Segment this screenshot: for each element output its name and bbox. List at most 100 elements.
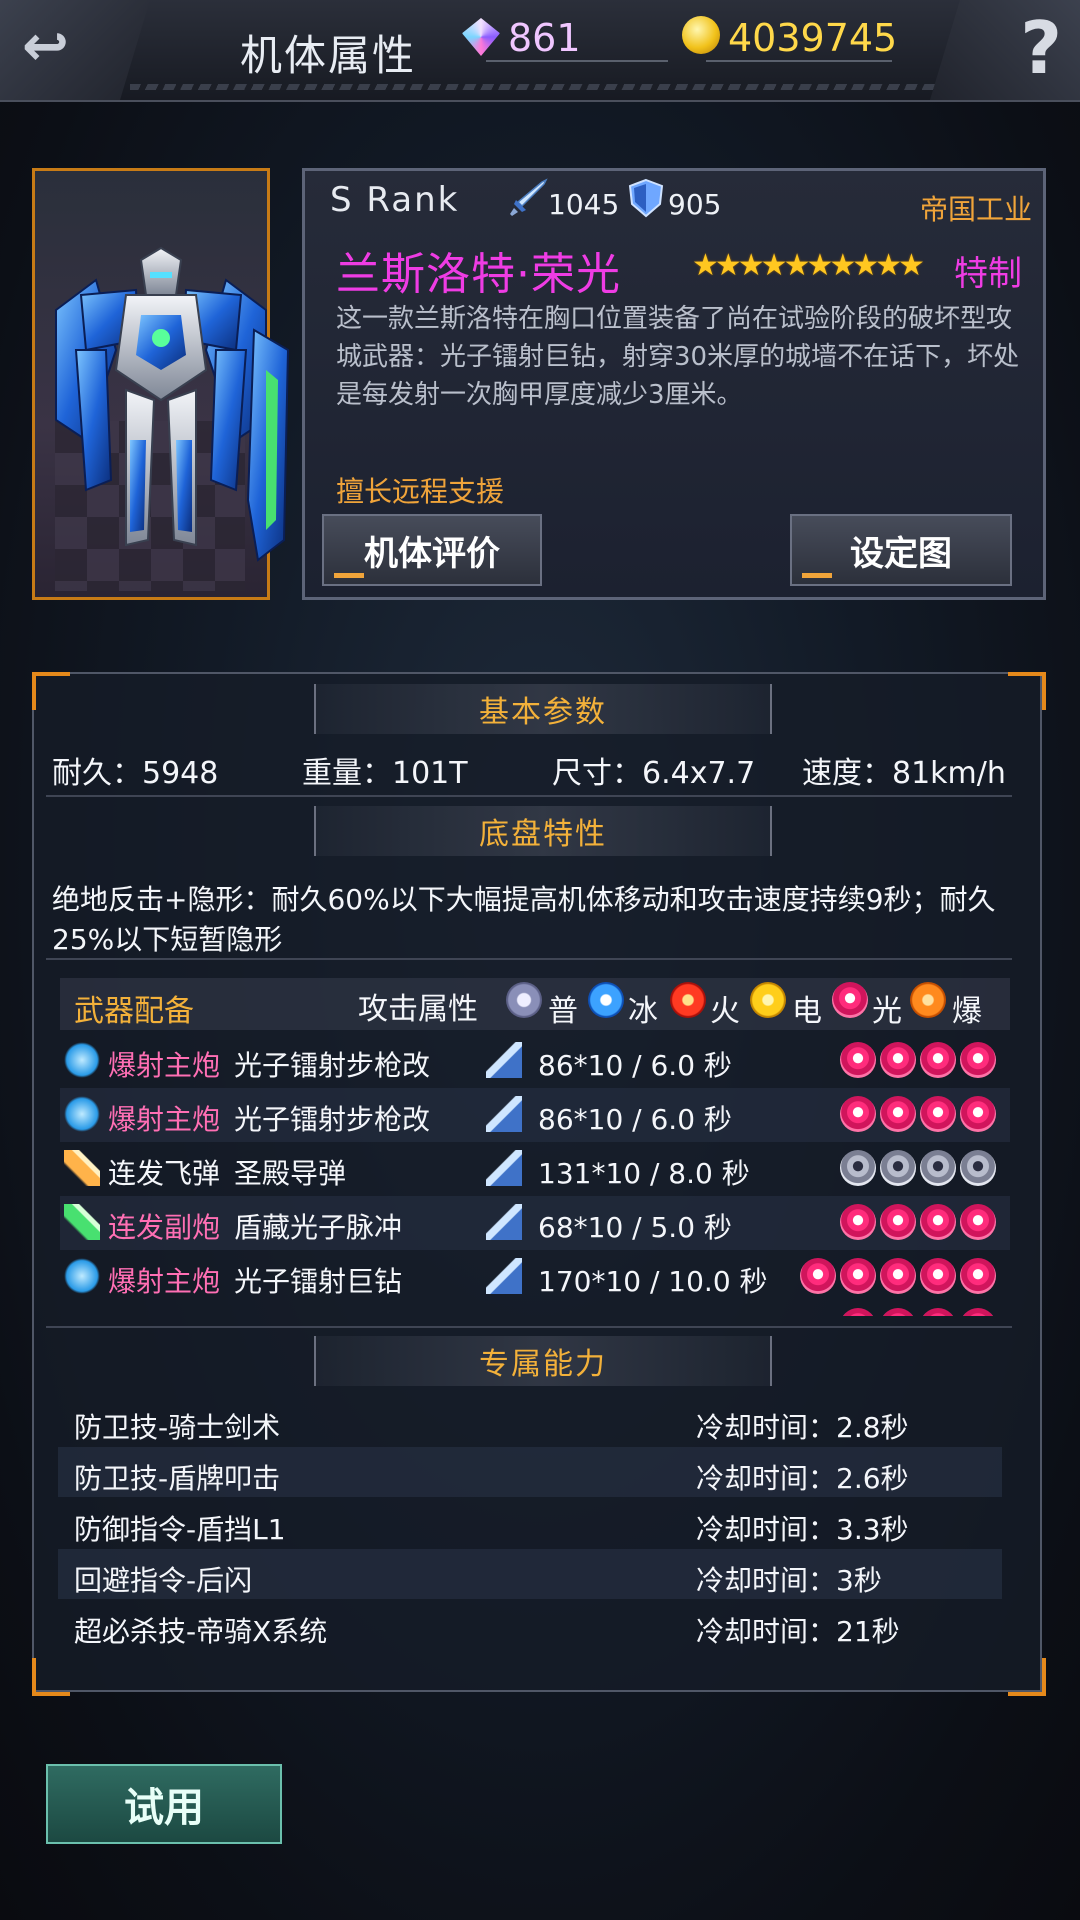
attack-sword-icon bbox=[486, 1150, 522, 1186]
page-title: 机体属性 bbox=[240, 31, 417, 80]
special-tag: 特制 bbox=[954, 254, 1022, 294]
ability-name: 超必杀技-帝骑X系统 bbox=[74, 1615, 328, 1648]
ability-cooldown: 冷却时间：3秒 bbox=[696, 1564, 882, 1597]
ability-name: 回避指令-后闪 bbox=[74, 1564, 253, 1597]
normal-element-gem bbox=[840, 1150, 876, 1186]
weapon-name: 光子镭射步枪改 bbox=[234, 1103, 431, 1136]
light-element-gem bbox=[920, 1204, 956, 1240]
light-element-icon bbox=[832, 982, 868, 1018]
element-label-light: 光 bbox=[872, 994, 902, 1029]
panel-corner bbox=[1008, 672, 1046, 710]
weapon-type: 连发副炮 bbox=[108, 1211, 221, 1244]
element-label-explosive: 爆 bbox=[952, 994, 982, 1029]
divider bbox=[46, 958, 1012, 960]
gem-underline bbox=[486, 60, 668, 62]
attack-sword-icon bbox=[486, 1204, 522, 1240]
light-element-gem bbox=[920, 1096, 956, 1132]
light-element-gem bbox=[800, 1258, 836, 1294]
normal-element-gem bbox=[880, 1150, 916, 1186]
weapon-type: 爆射主炮 bbox=[108, 1049, 221, 1082]
light-element-gem bbox=[960, 1258, 996, 1294]
light-element-gem bbox=[880, 1096, 916, 1132]
normal-element-icon bbox=[506, 982, 542, 1018]
light-element-gem bbox=[960, 1308, 996, 1316]
button-accent bbox=[334, 573, 364, 578]
divider bbox=[46, 795, 1012, 797]
light-element-gem bbox=[840, 1204, 876, 1240]
mech-review-button[interactable]: 机体评价 bbox=[322, 514, 542, 586]
param-durability: 耐久：5948 bbox=[52, 756, 219, 791]
mech-specialty: 擅长远程支援 bbox=[336, 475, 505, 508]
weapon-row[interactable]: 爆射主炮 光子镭射巨钻 170*10 / 10.0 秒 bbox=[60, 1250, 1010, 1304]
weapon-name: 盾藏光子脉冲 bbox=[234, 1211, 403, 1244]
light-element-gem bbox=[880, 1258, 916, 1294]
missile-icon bbox=[64, 1150, 100, 1186]
param-size: 尺寸：6.4x7.7 bbox=[552, 756, 756, 791]
gold-coin-icon bbox=[682, 16, 720, 54]
back-arrow-icon: ↩ bbox=[22, 14, 69, 79]
try-out-button[interactable]: 试用 bbox=[46, 1764, 282, 1844]
weapon-row[interactable]: 连发副炮 盾藏光子脉冲 68*10 / 5.0 秒 bbox=[60, 1196, 1010, 1250]
section-title-abilities: 专属能力 bbox=[314, 1336, 772, 1386]
defense-shield-icon bbox=[628, 178, 664, 218]
weapon-damage: 131*10 / 8.0 秒 bbox=[538, 1157, 750, 1190]
light-element-gem bbox=[920, 1042, 956, 1078]
top-bar-stripe bbox=[130, 84, 950, 90]
ability-name: 防卫技-骑士剑术 bbox=[74, 1411, 281, 1444]
mech-description: 这一款兰斯洛特在胸口位置装备了尚在试验阶段的破坏型攻城武器：光子镭射巨钻，射穿3… bbox=[336, 304, 1020, 410]
gold-count: 4039745 bbox=[728, 16, 898, 60]
ability-name: 防御指令-盾挡L1 bbox=[74, 1513, 286, 1546]
mech-portrait-image bbox=[55, 246, 290, 562]
param-speed: 速度：81km/h bbox=[802, 756, 1006, 791]
gem-count: 861 bbox=[508, 16, 581, 60]
try-out-label: 试用 bbox=[124, 1785, 204, 1831]
weapon-type: 连发飞弹 bbox=[108, 1157, 221, 1190]
weapon-row[interactable]: 爆射主炮 光子镭射步枪改 86*10 / 6.0 秒 bbox=[60, 1088, 1010, 1142]
light-element-gem bbox=[880, 1042, 916, 1078]
light-element-gem bbox=[960, 1042, 996, 1078]
electric-element-icon bbox=[750, 982, 786, 1018]
ice-element-icon bbox=[588, 982, 624, 1018]
element-label-normal: 普 bbox=[548, 994, 578, 1029]
concept-art-label: 设定图 bbox=[850, 533, 952, 574]
weapon-row[interactable]: 连发飞弹 圣殿导弹 131*10 / 8.0 秒 bbox=[60, 1142, 1010, 1196]
element-label-ice: 冰 bbox=[628, 994, 658, 1029]
weapon-header-label: 武器配备 bbox=[74, 994, 194, 1029]
weapon-list-scroll-edge[interactable] bbox=[60, 1304, 1010, 1316]
defense-value: 905 bbox=[668, 188, 722, 221]
light-element-gem bbox=[880, 1204, 916, 1240]
concept-art-button[interactable]: 设定图 bbox=[790, 514, 1012, 586]
weapon-damage: 170*10 / 10.0 秒 bbox=[538, 1265, 768, 1298]
ability-cooldown: 冷却时间：21秒 bbox=[696, 1615, 900, 1648]
light-element-gem bbox=[840, 1096, 876, 1132]
weapon-row[interactable]: 爆射主炮 光子镭射步枪改 86*10 / 6.0 秒 bbox=[60, 1034, 1010, 1088]
blast-cannon-icon bbox=[64, 1258, 100, 1294]
explosive-element-icon bbox=[910, 982, 946, 1018]
attack-sword-icon bbox=[486, 1258, 522, 1294]
star-rating: ★★★★★★★★★★ bbox=[692, 248, 925, 283]
ability-cooldown: 冷却时间：2.8秒 bbox=[696, 1411, 909, 1444]
mech-rank: S Rank bbox=[330, 180, 460, 220]
mech-review-label: 机体评价 bbox=[364, 533, 500, 574]
weapon-name: 光子镭射步枪改 bbox=[234, 1049, 431, 1082]
manufacturer: 帝国工业 bbox=[920, 193, 1033, 226]
sub-cannon-icon bbox=[64, 1204, 100, 1240]
attack-value: 1045 bbox=[548, 188, 620, 221]
light-element-gem bbox=[920, 1258, 956, 1294]
ability-cooldown: 冷却时间：3.3秒 bbox=[696, 1513, 909, 1546]
weapon-name: 圣殿导弹 bbox=[234, 1157, 347, 1190]
element-label-fire: 火 bbox=[710, 994, 740, 1029]
param-weight: 重量：101T bbox=[302, 756, 468, 791]
fire-element-icon bbox=[670, 982, 706, 1018]
attack-sword-icon bbox=[486, 1096, 522, 1132]
light-element-gem bbox=[960, 1096, 996, 1132]
ability-cooldown: 冷却时间：2.6秒 bbox=[696, 1462, 909, 1495]
light-element-gem bbox=[880, 1308, 916, 1316]
divider bbox=[46, 1326, 1012, 1328]
ability-name: 防卫技-盾牌叩击 bbox=[74, 1462, 281, 1495]
weapon-damage: 86*10 / 6.0 秒 bbox=[538, 1049, 732, 1082]
light-element-gem bbox=[920, 1308, 956, 1316]
element-label-electric: 电 bbox=[792, 994, 822, 1029]
question-mark-icon: ? bbox=[1020, 6, 1062, 90]
attack-sword-icon bbox=[510, 178, 548, 216]
